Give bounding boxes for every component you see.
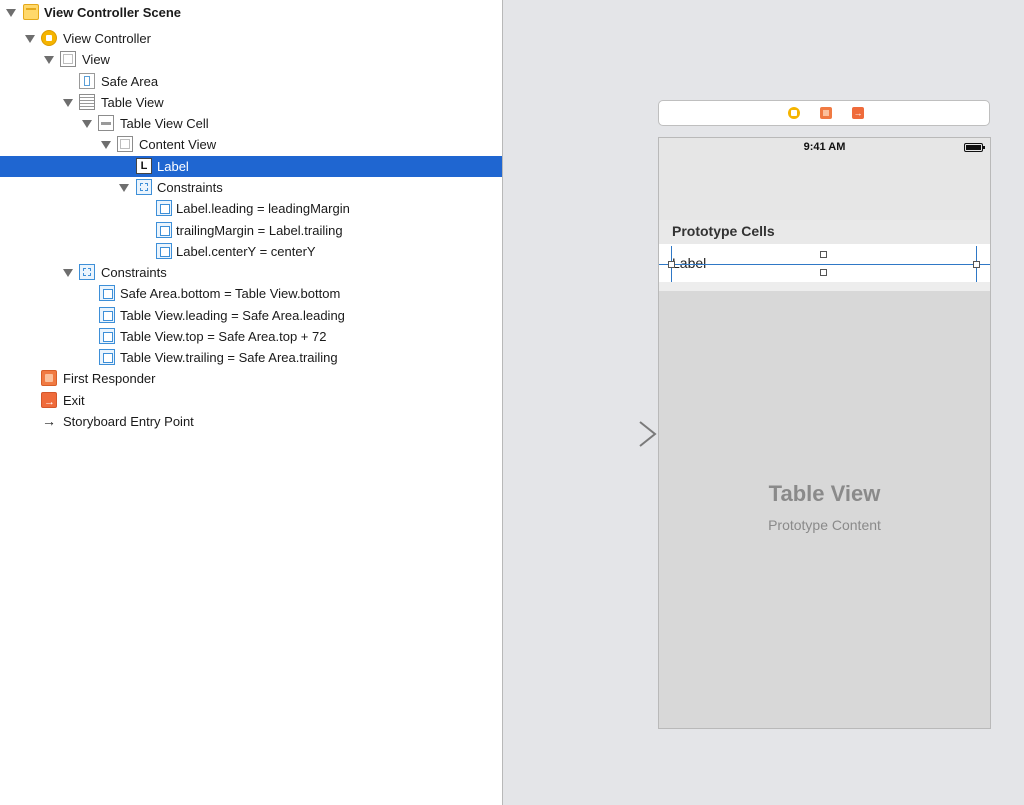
table-view-icon — [79, 94, 95, 110]
document-outline: View Controller Scene View Controller Vi… — [0, 0, 502, 805]
outline-row-view-controller[interactable]: View Controller — [0, 28, 502, 49]
prototype-table-cell[interactable]: Label — [659, 244, 990, 282]
arrow-right-icon: → — [42, 413, 56, 429]
disclosure-triangle-icon[interactable] — [25, 35, 35, 43]
resize-handle[interactable] — [820, 269, 827, 276]
view-controller-icon — [41, 30, 57, 46]
prototype-cells-title: Prototype Cells — [672, 223, 775, 239]
disclosure-triangle-icon[interactable] — [119, 184, 129, 192]
outline-row-exit[interactable]: Exit — [0, 390, 502, 413]
constraint-icon — [99, 349, 115, 365]
cell-separator — [659, 282, 990, 291]
disclosure-triangle-icon[interactable] — [6, 9, 16, 17]
outline-row-label: View — [82, 52, 110, 67]
exit-icon[interactable]: → — [852, 107, 864, 119]
outline-row-content-view[interactable]: Content View — [0, 134, 502, 155]
outline-row-label: Table View — [101, 95, 164, 110]
scene-icon — [23, 4, 39, 20]
cell-label[interactable]: Label — [672, 255, 706, 271]
table-view-cell-icon — [98, 115, 114, 131]
resize-handle[interactable] — [973, 261, 980, 268]
outline-row-label: View Controller Scene — [44, 5, 182, 20]
outline-row-label: trailingMargin = Label.trailing — [176, 223, 343, 238]
resize-handle[interactable] — [668, 261, 675, 268]
outline-row-label: Table View.leading = Safe Area.leading — [120, 308, 345, 323]
outline-row-label: Table View.trailing = Safe Area.trailing — [120, 350, 338, 365]
constraint-icon — [156, 222, 172, 238]
first-responder-icon[interactable] — [820, 107, 832, 119]
outline-row-label: Exit — [63, 393, 85, 408]
view-icon — [60, 51, 76, 67]
outline-row-safe-area[interactable]: Safe Area — [0, 71, 502, 92]
status-time: 9:41 AM — [803, 141, 846, 153]
table-view-placeholder-subtitle: Prototype Content — [768, 517, 881, 533]
view-controller-icon[interactable] — [788, 107, 800, 119]
disclosure-triangle-icon[interactable] — [44, 56, 54, 64]
disclosure-triangle-icon[interactable] — [101, 141, 111, 149]
storyboard-entry-arrow[interactable] — [570, 420, 660, 448]
scene-dock[interactable]: → — [658, 100, 990, 126]
outline-row-label: First Responder — [63, 371, 156, 386]
outline-row-constraint[interactable]: Table View.top = Safe Area.top + 72 — [0, 326, 502, 347]
outline-row-table-view[interactable]: Table View — [0, 92, 502, 113]
outline-row-view-constraints[interactable]: Constraints — [0, 262, 502, 283]
outline-row-constraint[interactable]: Label.centerY = centerY — [0, 241, 502, 262]
label-icon: L — [136, 158, 152, 174]
outline-row-label: Table View Cell — [120, 116, 209, 131]
constraint-icon — [99, 285, 115, 301]
status-bar: 9:41 AM — [659, 138, 990, 220]
constraints-icon — [79, 264, 95, 280]
view-controller-frame[interactable]: 9:41 AM Prototype Cells Label Table View… — [658, 137, 991, 729]
disclosure-triangle-icon[interactable] — [63, 99, 73, 107]
outline-row-label: Safe Area — [101, 74, 159, 89]
first-responder-icon — [41, 370, 57, 386]
resize-handle[interactable] — [820, 251, 827, 258]
disclosure-triangle-icon[interactable] — [82, 120, 92, 128]
outline-row-constraint[interactable]: Table View.trailing = Safe Area.trailing — [0, 347, 502, 368]
center-y-constraint-guide — [659, 264, 990, 265]
constraint-icon — [99, 307, 115, 323]
prototype-cells-header: Prototype Cells — [659, 220, 990, 244]
outline-row-constraint[interactable]: Label.leading = leadingMargin — [0, 198, 502, 219]
outline-row-label: Label.centerY = centerY — [176, 244, 316, 259]
table-view-placeholder-title: Table View — [768, 481, 881, 506]
disclosure-triangle-icon[interactable] — [63, 269, 73, 277]
outline-row-cell-constraints[interactable]: Constraints — [0, 177, 502, 198]
constraints-icon — [136, 179, 152, 195]
outline-row-storyboard-entry-point[interactable]: → Storyboard Entry Point — [0, 411, 502, 432]
outline-row-label: Storyboard Entry Point — [63, 414, 194, 429]
outline-row-label: Label.leading = leadingMargin — [176, 201, 350, 216]
constraint-icon — [99, 328, 115, 344]
exit-icon — [41, 392, 57, 413]
outline-row-label: Table View.top = Safe Area.top + 72 — [120, 329, 327, 344]
constraint-icon — [156, 200, 172, 216]
outline-row-view[interactable]: View — [0, 49, 502, 70]
outline-row-constraint[interactable]: trailingMargin = Label.trailing — [0, 220, 502, 241]
outline-row-table-view-cell[interactable]: Table View Cell — [0, 113, 502, 134]
outline-row-label: Constraints — [157, 180, 223, 195]
outline-row-label: Content View — [139, 137, 217, 152]
battery-icon — [964, 143, 985, 152]
outline-row-constraint[interactable]: Safe Area.bottom = Table View.bottom — [0, 283, 502, 304]
outline-row-label: Safe Area.bottom = Table View.bottom — [120, 286, 341, 301]
outline-row-constraint[interactable]: Table View.leading = Safe Area.leading — [0, 305, 502, 326]
safe-area-icon — [79, 73, 95, 89]
outline-row-label: Label — [157, 159, 189, 174]
outline-row-first-responder[interactable]: First Responder — [0, 368, 502, 389]
outline-row-label: Constraints — [101, 265, 167, 280]
outline-row-label-selected[interactable]: L Label — [0, 156, 502, 177]
outline-row-label: View Controller — [63, 31, 151, 46]
view-icon — [117, 136, 133, 152]
constraint-icon — [156, 243, 172, 259]
outline-row-scene[interactable]: View Controller Scene — [0, 2, 502, 23]
